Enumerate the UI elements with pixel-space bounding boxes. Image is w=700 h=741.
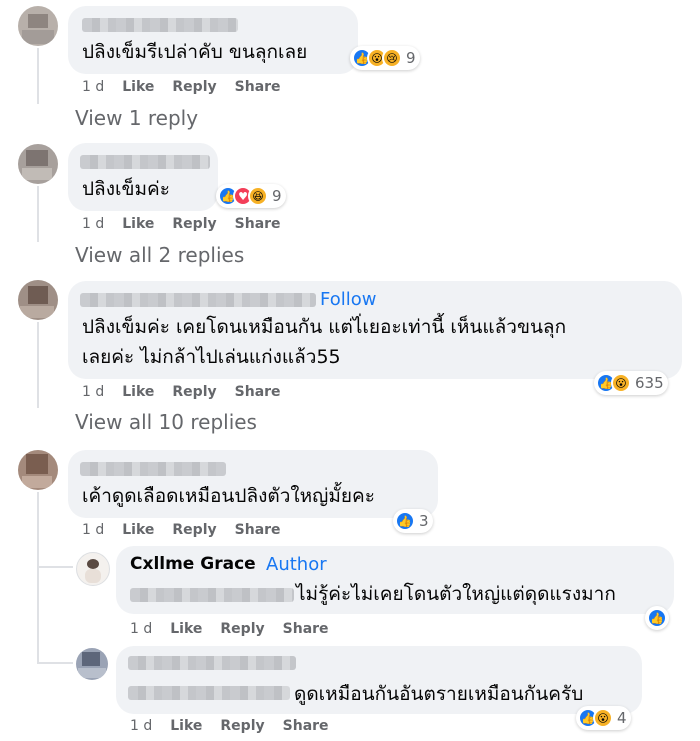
comment-bubble: เค้าดูดเลือดเหมือนปลิงตัวใหญ่มั้ยคะ (68, 450, 438, 518)
timestamp[interactable]: 1 d (130, 718, 152, 734)
author-badge: Author (266, 554, 327, 575)
view-replies-link[interactable]: View 1 reply (75, 106, 198, 130)
comment-bubble: ปลิงเข็มค่ะ (68, 143, 218, 211)
like-button[interactable]: Like (170, 718, 202, 734)
commenter-name[interactable] (80, 293, 316, 307)
share-button[interactable]: Share (283, 621, 329, 637)
comment-actions: 1 d Like Reply Share (82, 384, 299, 400)
reply-bubble: Cxllme Grace Author ไม่รู้ค่ะไม่เคยโดนตั… (116, 546, 674, 614)
blurred-mention[interactable] (128, 686, 290, 700)
share-button[interactable]: Share (235, 79, 281, 95)
commenter-name[interactable] (128, 656, 296, 670)
thread-line (37, 662, 73, 664)
reaction-count: 3 (419, 512, 429, 530)
reaction-summary[interactable]: 👍 ♥ 😆 9 (216, 184, 286, 208)
share-button[interactable]: Share (283, 718, 329, 734)
reply-bubble: ดูดเหมือนกันอันตรายเหมือนกันครับ (116, 646, 642, 714)
share-button[interactable]: Share (235, 216, 281, 232)
like-button[interactable]: Like (122, 79, 154, 95)
reply-author-name[interactable]: Cxllme Grace (130, 554, 256, 574)
reaction-count: 635 (635, 374, 664, 392)
wow-icon: 😮 (593, 708, 613, 728)
reaction-count: 4 (617, 709, 627, 727)
commenter-name[interactable] (80, 462, 226, 476)
reply-text: ไม่รู้ค่ะไม่เคยโดนตัวใหญ่แต่ดุดแรงมาก (296, 583, 616, 605)
reaction-summary[interactable]: 👍 😮 😢 9 (350, 46, 420, 70)
like-button[interactable]: Like (170, 621, 202, 637)
sad-icon: 😢 (382, 48, 402, 68)
timestamp[interactable]: 1 d (82, 216, 104, 232)
like-button[interactable]: Like (122, 216, 154, 232)
reaction-summary[interactable]: 👍 3 (393, 509, 433, 533)
comment-text: ปลิงเข็มค่ะ (82, 178, 170, 200)
reply-button[interactable]: Reply (172, 216, 216, 232)
timestamp[interactable]: 1 d (82, 522, 104, 538)
reply-actions: 1 d Like Reply Share (130, 718, 347, 734)
view-replies-link[interactable]: View all 10 replies (75, 410, 257, 434)
reaction-count: 9 (272, 187, 282, 205)
share-button[interactable]: Share (235, 522, 281, 538)
haha-icon: 😆 (248, 186, 268, 206)
reaction-count: 9 (406, 49, 416, 67)
wow-icon: 😮 (611, 373, 631, 393)
comment-bubble: ปลิงเข็มรีเปล่าคับ ขนลุกเลย (68, 6, 358, 74)
like-icon: 👍 (647, 608, 667, 628)
like-button[interactable]: Like (122, 522, 154, 538)
thread-line (37, 48, 39, 104)
avatar[interactable] (18, 450, 58, 490)
thread-line (37, 566, 73, 568)
comment-text: ปลิงเข็มรีเปล่าคับ ขนลุกเลย (82, 41, 308, 63)
author-avatar[interactable] (76, 552, 110, 586)
reply-button[interactable]: Reply (172, 522, 216, 538)
reply-button[interactable]: Reply (172, 384, 216, 400)
timestamp[interactable]: 1 d (82, 79, 104, 95)
share-button[interactable]: Share (235, 384, 281, 400)
commenter-name[interactable] (82, 18, 238, 32)
comment-bubble: Follow ปลิงเข็มค่ะ เคยโดนเหมือนกัน แต่ไ่… (68, 281, 682, 379)
reply-button[interactable]: Reply (220, 621, 264, 637)
view-replies-link[interactable]: View all 2 replies (75, 243, 244, 267)
follow-button[interactable]: Follow (320, 289, 376, 310)
thread-line (37, 186, 39, 242)
thread-line (37, 492, 39, 664)
comment-text: เลยค่ะ ไม่กล้าไปเล่นแก่งแล้ว55 (82, 346, 341, 368)
like-button[interactable]: Like (122, 384, 154, 400)
blurred-mention[interactable] (130, 588, 294, 602)
avatar[interactable] (18, 144, 58, 184)
avatar[interactable] (76, 648, 108, 680)
reply-actions: 1 d Like Reply Share (130, 621, 347, 637)
commenter-name[interactable] (80, 155, 210, 169)
reaction-summary[interactable]: 👍 (645, 606, 669, 630)
reply-button[interactable]: Reply (220, 718, 264, 734)
timestamp[interactable]: 1 d (130, 621, 152, 637)
timestamp[interactable]: 1 d (82, 384, 104, 400)
comment-actions: 1 d Like Reply Share (82, 79, 299, 95)
thread-line (37, 322, 39, 408)
comment-text: ปลิงเข็มค่ะ เคยโดนเหมือนกัน แต่ไ่เยอะเท่… (82, 316, 567, 338)
reaction-summary[interactable]: 👍 😮 635 (594, 371, 668, 395)
comment-text: เค้าดูดเลือดเหมือนปลิงตัวใหญ่มั้ยคะ (82, 485, 375, 507)
like-icon: 👍 (395, 511, 415, 531)
reply-button[interactable]: Reply (172, 79, 216, 95)
comment-actions: 1 d Like Reply Share (82, 522, 299, 538)
comment-actions: 1 d Like Reply Share (82, 216, 299, 232)
avatar[interactable] (18, 280, 58, 320)
reaction-summary[interactable]: 👍 😮 4 (576, 706, 631, 730)
avatar[interactable] (18, 6, 58, 46)
reply-text: ดูดเหมือนกันอันตรายเหมือนกันครับ (294, 683, 584, 705)
